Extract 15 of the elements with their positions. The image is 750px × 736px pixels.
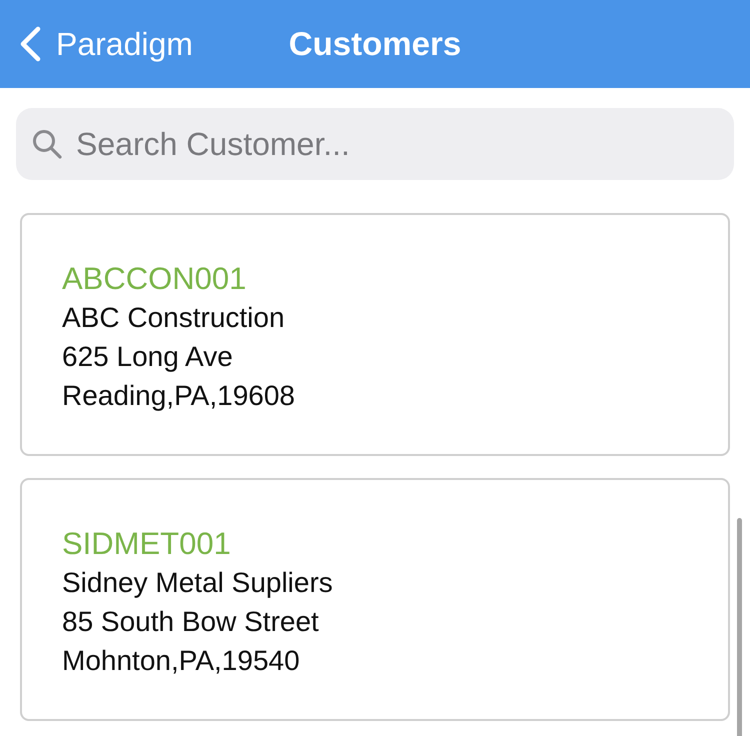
page-title: Customers <box>288 25 462 63</box>
customer-street: 625 Long Ave <box>62 340 233 374</box>
customer-city: Mohnton,PA,19540 <box>62 644 300 678</box>
search-field[interactable]: Search Customer... <box>16 108 734 180</box>
customer-name: ABC Construction <box>62 301 285 335</box>
customer-card[interactable]: ABCCON001 ABC Construction 625 Long Ave Reading,PA,19608 <box>20 213 730 456</box>
customer-card[interactable]: SIDMET001 Sidney Metal Supliers 85 South Bow Street Mohnton,PA,19540 <box>20 478 730 721</box>
customer-name: Sidney Metal Supliers <box>62 566 333 600</box>
scrollbar-thumb[interactable] <box>737 518 742 736</box>
customer-street: 85 South Bow Street <box>62 605 319 639</box>
customer-code: ABCCON001 <box>62 260 246 298</box>
customer-code: SIDMET001 <box>62 525 231 563</box>
chevron-left-icon <box>18 26 42 62</box>
customer-city: Reading,PA,19608 <box>62 379 295 413</box>
search-icon <box>32 129 62 159</box>
